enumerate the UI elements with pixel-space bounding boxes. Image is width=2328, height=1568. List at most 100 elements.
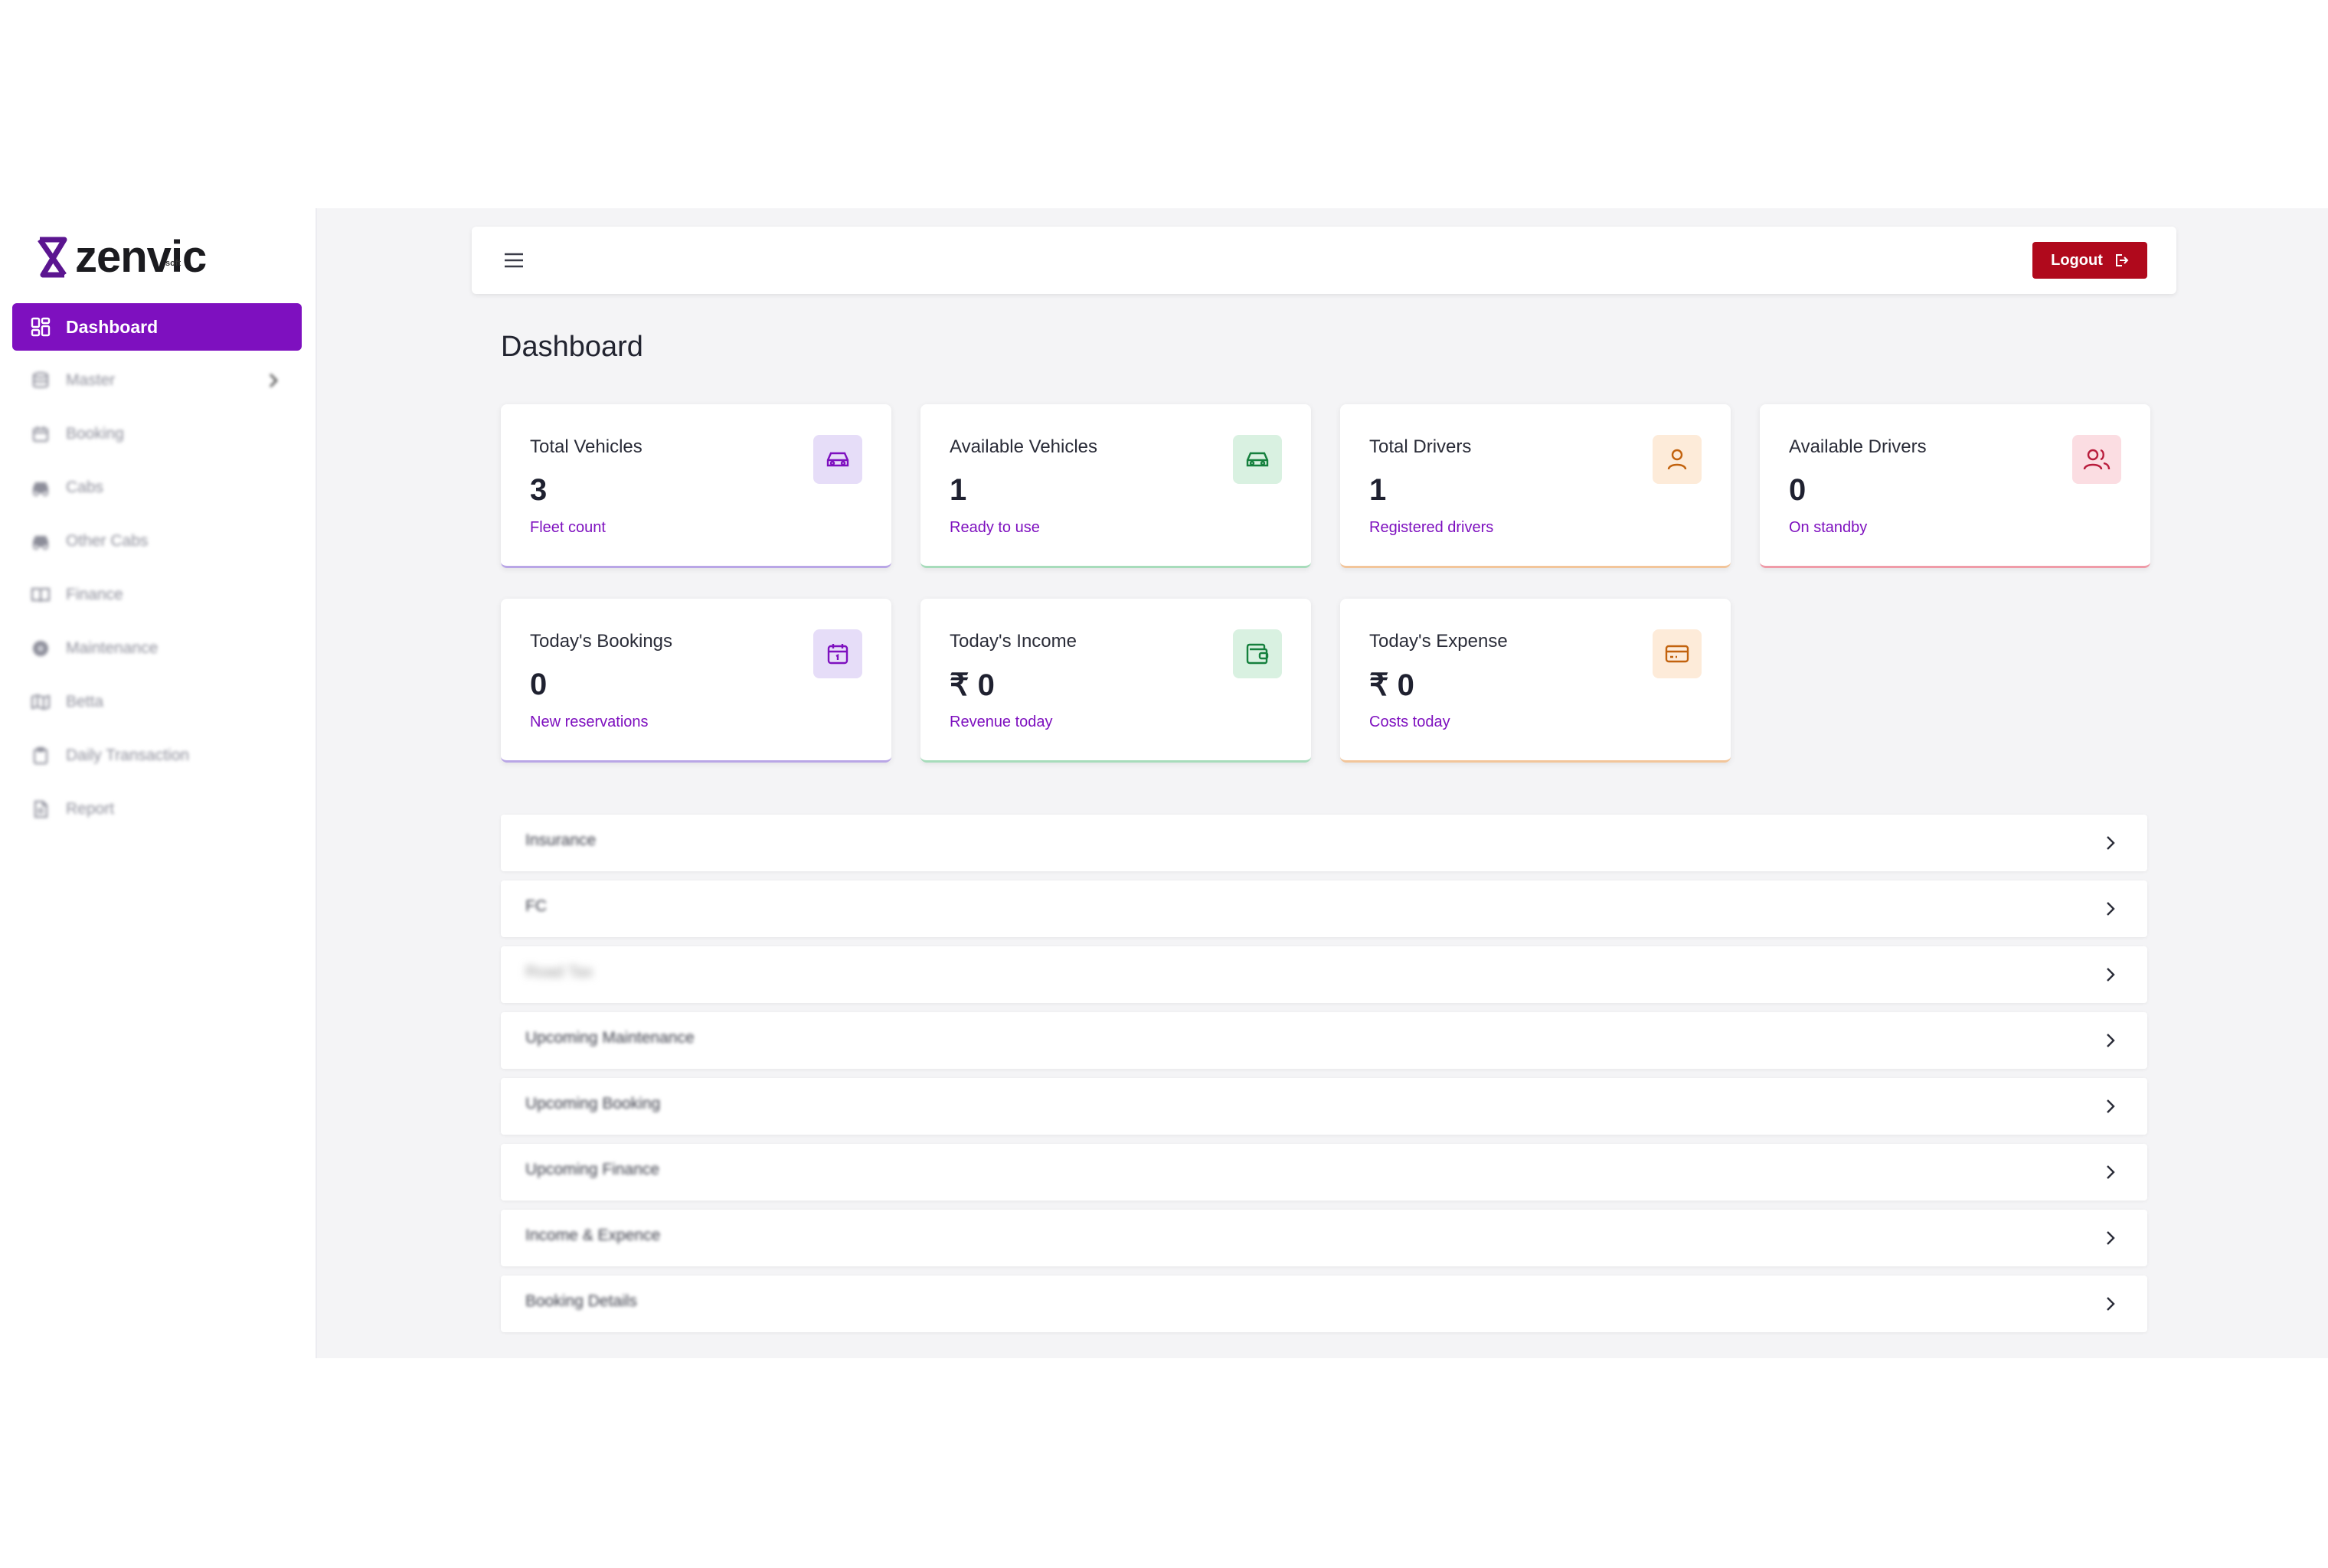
stat-subtext: Ready to use bbox=[950, 519, 1040, 536]
sidebar-item-label: Cabs bbox=[66, 479, 104, 496]
hamburger-menu-icon[interactable] bbox=[502, 250, 525, 271]
stat-subtext: Registered drivers bbox=[1369, 519, 1494, 536]
chevron-right-icon bbox=[270, 374, 278, 387]
stat-card-available-drivers[interactable]: Available Drivers 0 On standby bbox=[1760, 404, 2150, 568]
sidebar-nav: Dashboard Master Booking Cabs Other Cabs… bbox=[12, 303, 302, 839]
sidebar: zenvic soft Dashboard Master Booking Cab… bbox=[0, 208, 317, 1358]
logout-button[interactable]: Logout bbox=[2032, 242, 2147, 279]
section-label: FC bbox=[525, 897, 547, 915]
section-label: Upcoming Finance bbox=[525, 1161, 660, 1178]
stat-label: Total Drivers bbox=[1369, 436, 1472, 457]
logo-mark-icon bbox=[38, 237, 67, 278]
sidebar-item-master[interactable]: Master bbox=[12, 357, 302, 404]
users-icon bbox=[2072, 435, 2121, 484]
logout-icon bbox=[2115, 254, 2129, 266]
stat-subtext: On standby bbox=[1789, 519, 1868, 536]
section-label: Road Tax bbox=[525, 963, 593, 981]
sidebar-item-other-cabs[interactable]: Other Cabs bbox=[12, 518, 302, 565]
stat-card-total-drivers[interactable]: Total Drivers 1 Registered drivers bbox=[1340, 404, 1731, 568]
chevron-right-icon bbox=[2107, 1231, 2115, 1245]
book-icon bbox=[31, 585, 51, 605]
section-label: Upcoming Booking bbox=[525, 1095, 661, 1112]
gear-icon bbox=[31, 639, 51, 658]
stat-value: 0 bbox=[1789, 473, 1806, 507]
sidebar-item-booking[interactable]: Booking bbox=[12, 410, 302, 458]
section-fc[interactable]: FC bbox=[501, 880, 2147, 937]
stat-subtext: Revenue today bbox=[950, 714, 1053, 730]
map-icon bbox=[31, 692, 51, 712]
section-upcoming-maintenance[interactable]: Upcoming Maintenance bbox=[501, 1012, 2147, 1069]
stat-label: Today's Income bbox=[950, 631, 1077, 652]
stat-card-todays-bookings[interactable]: Today's Bookings 0 New reservations bbox=[501, 599, 891, 763]
section-road-tax[interactable]: Road Tax bbox=[501, 946, 2147, 1003]
stat-value: ₹ 0 bbox=[950, 668, 995, 702]
section-insurance[interactable]: Insurance bbox=[501, 815, 2147, 871]
stat-card-todays-expense[interactable]: Today's Expense ₹ 0 Costs today bbox=[1340, 599, 1731, 763]
database-icon bbox=[31, 371, 51, 390]
sidebar-item-label: Daily Transaction bbox=[66, 746, 190, 764]
sidebar-item-cabs[interactable]: Cabs bbox=[12, 464, 302, 511]
sidebar-item-label: Finance bbox=[66, 586, 123, 603]
dashboard-grid-icon bbox=[31, 317, 51, 337]
stat-value: ₹ 0 bbox=[1369, 668, 1414, 702]
car-icon bbox=[1233, 435, 1282, 484]
calendar-icon bbox=[31, 424, 51, 444]
credit-card-icon bbox=[1653, 629, 1702, 678]
section-booking-details[interactable]: Booking Details bbox=[501, 1276, 2147, 1332]
stat-card-total-vehicles[interactable]: Total Vehicles 3 Fleet count bbox=[501, 404, 891, 568]
stat-card-available-vehicles[interactable]: Available Vehicles 1 Ready to use bbox=[920, 404, 1311, 568]
sidebar-item-label: Report bbox=[66, 800, 115, 818]
sidebar-item-dashboard[interactable]: Dashboard bbox=[12, 303, 302, 351]
logo-wordmark: zenvic bbox=[75, 232, 207, 282]
sidebar-item-label: Maintenance bbox=[66, 639, 159, 657]
sidebar-item-label: Other Cabs bbox=[66, 532, 149, 550]
top-bar: Logout bbox=[472, 227, 2176, 294]
sidebar-item-maintenance[interactable]: Maintenance bbox=[12, 625, 302, 672]
car-icon bbox=[31, 478, 51, 498]
sidebar-item-label: Master bbox=[66, 371, 116, 389]
stat-card-todays-income[interactable]: Today's Income ₹ 0 Revenue today bbox=[920, 599, 1311, 763]
car-icon bbox=[813, 435, 862, 484]
car-icon bbox=[31, 531, 51, 551]
sidebar-item-label: Dashboard bbox=[66, 316, 159, 337]
stat-value: 1 bbox=[1369, 473, 1387, 507]
section-label: Income & Expence bbox=[525, 1227, 661, 1244]
brand-logo[interactable]: zenvic bbox=[37, 232, 207, 282]
section-upcoming-finance[interactable]: Upcoming Finance bbox=[501, 1144, 2147, 1200]
section-upcoming-booking[interactable]: Upcoming Booking bbox=[501, 1078, 2147, 1135]
stat-subtext: Fleet count bbox=[530, 519, 606, 536]
chevron-right-icon bbox=[2107, 1099, 2115, 1113]
logout-label: Logout bbox=[2051, 251, 2103, 269]
main-content: Logout Dashboard Total Vehicles 3 Fleet … bbox=[317, 208, 2328, 1358]
stat-value: 0 bbox=[530, 668, 548, 701]
stat-label: Today's Bookings bbox=[530, 631, 673, 652]
section-income-expense[interactable]: Income & Expence bbox=[501, 1210, 2147, 1266]
stat-subtext: New reservations bbox=[530, 714, 649, 730]
app-shell: zenvic soft Dashboard Master Booking Cab… bbox=[0, 208, 2328, 1358]
sidebar-item-betta[interactable]: Betta bbox=[12, 678, 302, 726]
file-icon bbox=[31, 799, 51, 819]
logo-subtext: soft bbox=[165, 259, 181, 268]
clipboard-icon bbox=[31, 746, 51, 766]
page-title: Dashboard bbox=[501, 331, 643, 363]
stat-value: 1 bbox=[950, 473, 967, 507]
section-label: Upcoming Maintenance bbox=[525, 1029, 695, 1047]
stat-label: Total Vehicles bbox=[530, 436, 642, 457]
sidebar-item-daily-transaction[interactable]: Daily Transaction bbox=[12, 732, 302, 779]
chevron-right-icon bbox=[2107, 836, 2115, 850]
chevron-right-icon bbox=[2107, 1034, 2115, 1047]
sidebar-item-finance[interactable]: Finance bbox=[12, 571, 302, 619]
user-icon bbox=[1653, 435, 1702, 484]
stat-label: Today's Expense bbox=[1369, 631, 1508, 652]
wallet-icon bbox=[1233, 629, 1282, 678]
sidebar-item-report[interactable]: Report bbox=[12, 786, 302, 833]
sidebar-item-label: Betta bbox=[66, 693, 104, 710]
section-label: Insurance bbox=[525, 831, 597, 849]
calendar-icon bbox=[813, 629, 862, 678]
stat-subtext: Costs today bbox=[1369, 714, 1450, 730]
chevron-right-icon bbox=[2107, 1297, 2115, 1311]
sidebar-item-label: Booking bbox=[66, 425, 124, 443]
chevron-right-icon bbox=[2107, 1165, 2115, 1179]
stat-label: Available Drivers bbox=[1789, 436, 1927, 457]
section-label: Booking Details bbox=[525, 1292, 637, 1310]
